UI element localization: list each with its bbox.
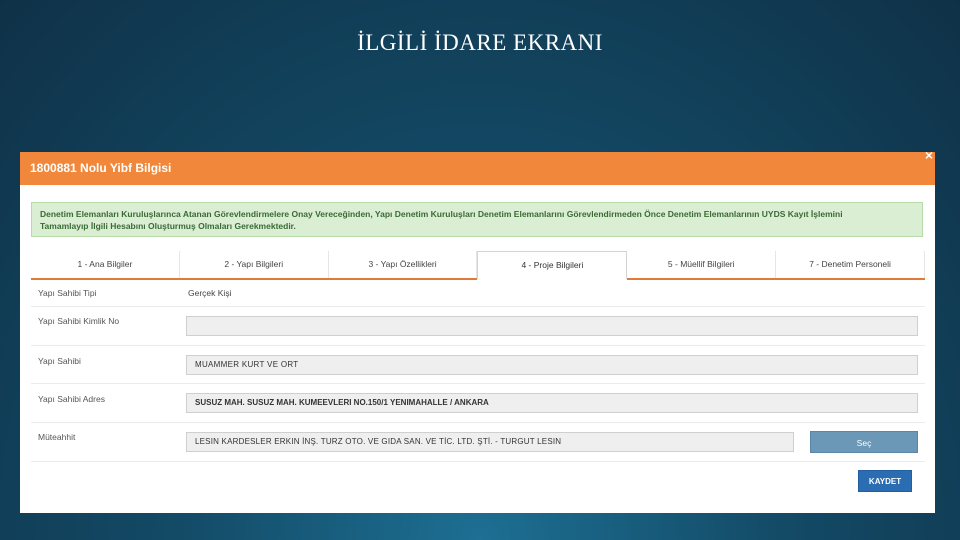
info-alert: Denetim Elemanları Kuruluşlarınca Atanan… <box>31 202 923 237</box>
form-row-address: Yapı Sahibi Adres SUSUZ MAH. SUSUZ MAH. … <box>31 384 925 423</box>
alert-line-1: Denetim Elemanları Kuruluşlarınca Atanan… <box>40 209 843 219</box>
owner-type-value: Gerçek Kişi <box>188 288 232 298</box>
project-form: Yapı Sahibi Tipi Gerçek Kişi Yapı Sahibi… <box>31 280 925 462</box>
tab-proje-bilgileri[interactable]: 4 - Proje Bilgileri <box>477 251 628 280</box>
save-button[interactable]: KAYDET <box>858 470 912 492</box>
form-row-contractor: Müteahhit LESIN KARDESLER ERKIN İNŞ. TUR… <box>31 423 925 462</box>
form-row-owner-type: Yapı Sahibi Tipi Gerçek Kişi <box>31 280 925 307</box>
form-row-owner-id: Yapı Sahibi Kimlik No <box>31 307 925 346</box>
tab-yapi-bilgileri[interactable]: 2 - Yapı Bilgileri <box>180 251 329 278</box>
alert-line-2: Tamamlayıp İlgili Hesabını Oluşturmuş Ol… <box>40 221 296 231</box>
dialog-header: 1800881 Nolu Yibf Bilgisi × <box>20 152 935 185</box>
tab-ana-bilgiler[interactable]: 1 - Ana Bilgiler <box>31 251 180 278</box>
contractor-label: Müteahhit <box>38 432 76 442</box>
owner-id-label: Yapı Sahibi Kimlik No <box>38 316 120 326</box>
address-field[interactable]: SUSUZ MAH. SUSUZ MAH. KUMEEVLERI NO.150/… <box>186 393 918 413</box>
tab-yapi-ozellikleri[interactable]: 3 - Yapı Özellikleri <box>329 251 478 278</box>
select-contractor-button[interactable]: Seç <box>810 431 918 453</box>
tab-denetim-personeli[interactable]: 7 - Denetim Personeli <box>776 251 925 278</box>
close-icon[interactable]: × <box>925 152 933 162</box>
address-label: Yapı Sahibi Adres <box>38 394 105 404</box>
yibf-dialog: 1800881 Nolu Yibf Bilgisi × Denetim Elem… <box>20 152 935 513</box>
slide-title: İLGİLİ İDARE EKRANI <box>357 30 603 55</box>
tab-muellif-bilgileri[interactable]: 5 - Müellif Bilgileri <box>627 251 777 278</box>
contractor-field[interactable]: LESIN KARDESLER ERKIN İNŞ. TURZ OTO. VE … <box>186 432 794 452</box>
owner-field[interactable]: MUAMMER KURT VE ORT <box>186 355 918 375</box>
owner-id-field[interactable] <box>186 316 918 336</box>
owner-label: Yapı Sahibi <box>38 356 81 366</box>
tab-bar: 1 - Ana Bilgiler 2 - Yapı Bilgileri 3 - … <box>31 251 925 280</box>
form-row-owner: Yapı Sahibi MUAMMER KURT VE ORT <box>31 346 925 384</box>
owner-type-label: Yapı Sahibi Tipi <box>38 288 97 298</box>
dialog-title: 1800881 Nolu Yibf Bilgisi <box>30 161 172 175</box>
